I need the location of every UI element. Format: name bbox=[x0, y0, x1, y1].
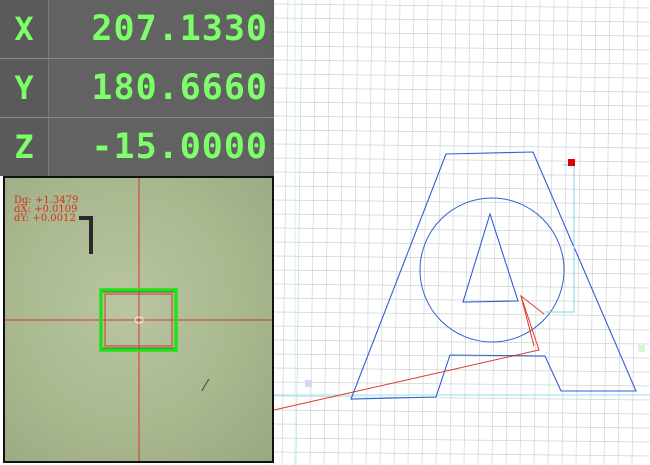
red-toolpath-2 bbox=[520, 295, 535, 347]
axis-value-x[interactable]: 207.1330 bbox=[49, 0, 271, 58]
grid-line bbox=[273, 339, 650, 345]
dro-panel: X 207.1330 Y 180.6660 Z -15.0000 bbox=[0, 0, 274, 176]
axis-value-z[interactable]: -15.0000 bbox=[49, 118, 271, 176]
grid-line bbox=[273, 143, 650, 149]
grid-line bbox=[273, 213, 650, 219]
current-position-marker[interactable] bbox=[568, 159, 575, 166]
grid-line bbox=[273, 3, 650, 9]
grid-line bbox=[273, 283, 650, 289]
grid-line bbox=[273, 129, 650, 135]
grid-line bbox=[273, 409, 650, 415]
axis-label-x: X bbox=[0, 0, 49, 58]
grid-line bbox=[273, 437, 650, 443]
grid-line bbox=[273, 87, 650, 93]
debris-speck bbox=[201, 378, 210, 392]
grid-line bbox=[273, 115, 650, 121]
readout-dy: dY: +0.0012 bbox=[14, 213, 76, 224]
grid-line bbox=[273, 269, 650, 275]
grid-line bbox=[273, 423, 650, 429]
grid-line bbox=[273, 101, 650, 107]
grid-line bbox=[273, 367, 650, 373]
grid-line bbox=[273, 381, 650, 387]
dro-row-y: Y 180.6660 bbox=[0, 59, 274, 117]
grid-line bbox=[273, 241, 650, 247]
origin-marker bbox=[305, 380, 312, 387]
grid-line bbox=[273, 255, 650, 261]
grid-line bbox=[273, 311, 650, 317]
grid-line bbox=[273, 73, 650, 79]
grid-line bbox=[273, 59, 650, 65]
grid-line bbox=[273, 325, 650, 331]
grid-line bbox=[273, 297, 650, 303]
axis-value-y[interactable]: 180.6660 bbox=[49, 59, 271, 117]
dro-row-z: Z -15.0000 bbox=[0, 118, 274, 176]
grid-line bbox=[273, 17, 650, 23]
grid-line bbox=[273, 227, 650, 233]
camera-view[interactable]: Dg: +1.3479 dX: +0.0109 dY: +0.0012 bbox=[3, 176, 274, 463]
cyan-route bbox=[545, 164, 575, 313]
dro-row-x: X 207.1330 bbox=[0, 0, 274, 58]
axis-label-z: Z bbox=[0, 118, 49, 176]
edge-marker bbox=[638, 345, 645, 352]
grid-line bbox=[273, 451, 650, 457]
grid-line bbox=[273, 45, 650, 51]
axis-label-y: Y bbox=[0, 59, 49, 117]
grid-line bbox=[273, 31, 650, 37]
fiducial-mark bbox=[79, 216, 93, 254]
grid-line bbox=[273, 395, 650, 401]
